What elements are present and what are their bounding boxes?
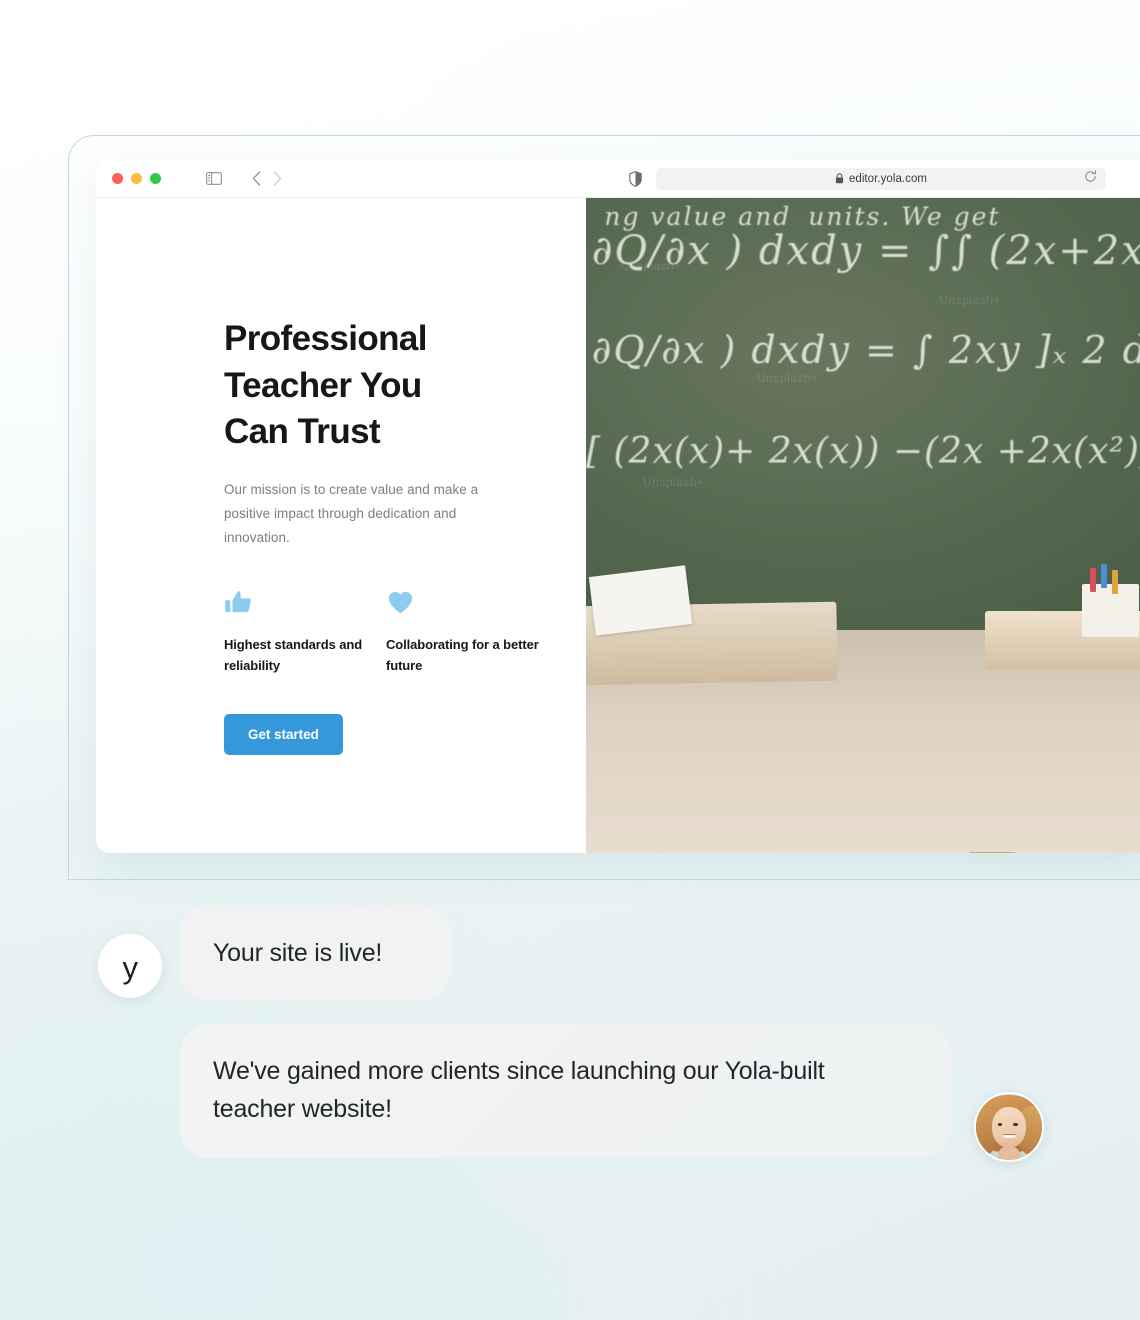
page-title: Professional Teacher You Can Trust <box>224 319 427 452</box>
address-bar[interactable]: editor.yola.com <box>656 167 1106 190</box>
navigation-buttons <box>252 171 282 186</box>
yola-brand-avatar: y <box>98 934 162 998</box>
maximize-window-button[interactable] <box>150 173 161 184</box>
testimonial-bubble: We've gained more clients since launchin… <box>180 1024 952 1158</box>
lock-icon <box>835 173 844 184</box>
status-message-bubble: Your site is live! <box>180 906 450 1001</box>
chalk-writing: ∂Q/∂x ) dxdy = ∫ 2xy ]ₓ 2 dx <box>591 327 1140 372</box>
avatar-eye-right <box>1012 1123 1018 1126</box>
chalk-writing: ng value and units. We get <box>597 202 1001 232</box>
thumbs-up-icon <box>224 588 386 618</box>
yola-brand-initial: y <box>122 949 139 985</box>
hero-text-column: Professional Teacher You Can Trust Our m… <box>96 198 586 853</box>
pencil-cup <box>1081 568 1139 637</box>
close-window-button[interactable] <box>112 173 123 184</box>
client-avatar <box>974 1092 1044 1162</box>
feature-label: Collaborating for a better future <box>386 636 539 673</box>
hero-subtitle: Our mission is to create value and make … <box>224 481 479 545</box>
testimonial-text: We've gained more clients since launchin… <box>213 1057 825 1123</box>
url-text: editor.yola.com <box>848 172 928 185</box>
get-started-button[interactable]: Get started <box>224 713 343 755</box>
reload-icon[interactable] <box>1084 169 1097 188</box>
avatar-eye-left <box>997 1123 1003 1126</box>
minimize-window-button[interactable] <box>131 173 142 184</box>
browser-window: editor.yola.com Professional Teacher You… <box>96 160 1140 853</box>
avatar-face <box>991 1107 1027 1149</box>
chalk-writing: [ (2x(x)+ 2x(x)) −(2x +2x(x²)) ] dx <box>586 431 1140 473</box>
feature-item: Collaborating for a better future <box>386 588 548 676</box>
shield-icon[interactable] <box>629 170 642 187</box>
website-preview: Professional Teacher You Can Trust Our m… <box>96 198 1140 853</box>
browser-toolbar: editor.yola.com <box>96 160 1140 198</box>
photo-watermark: Unsplash+ <box>643 474 705 489</box>
paper-sheet <box>588 565 692 636</box>
teacher-necklace <box>969 852 1016 853</box>
feature-item: Highest standards and reliability <box>224 588 386 676</box>
photo-watermark: Unsplash+ <box>757 370 819 385</box>
feature-list: Highest standards and reliability Collab… <box>224 588 586 676</box>
sidebar-toggle-icon[interactable] <box>206 172 222 185</box>
status-message-text: Your site is live! <box>213 939 383 967</box>
hero-photo: ng value and units. We get ∂Q/∂x ) dxdy … <box>586 198 1140 853</box>
feature-label: Highest standards and reliability <box>224 636 363 673</box>
avatar-neck <box>998 1146 1020 1160</box>
forward-button[interactable] <box>273 171 282 186</box>
photo-watermark: Unsplash+ <box>939 293 1001 308</box>
back-button[interactable] <box>252 171 261 186</box>
photo-watermark: Unsplash+ <box>620 258 682 273</box>
heart-icon <box>386 588 548 618</box>
address-bar-content: editor.yola.com <box>835 173 927 185</box>
window-controls <box>112 173 161 184</box>
chalkboard-background: ng value and units. We get ∂Q/∂x ) dxdy … <box>586 198 1140 631</box>
